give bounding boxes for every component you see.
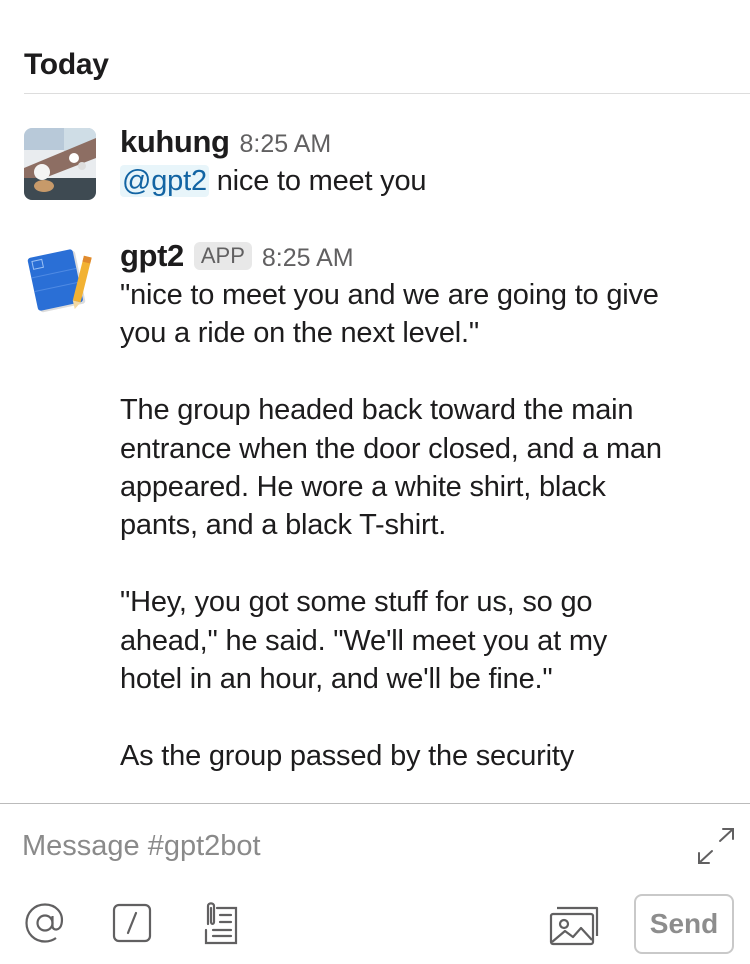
message-timestamp[interactable]: 8:25 AM	[240, 130, 332, 159]
message-paragraph: "nice to meet you and we are going to gi…	[120, 279, 659, 350]
message-timestamp[interactable]: 8:25 AM	[262, 244, 354, 273]
at-mention-icon	[25, 903, 64, 943]
day-divider: Today	[24, 46, 750, 94]
message-paragraph: As the group passed by the security	[120, 739, 575, 772]
message-text-content: nice to meet you	[208, 165, 427, 197]
message-text: "nice to meet you and we are going to gi…	[120, 276, 734, 775]
message-paragraph: "Hey, you got some stuff for us, so go a…	[120, 586, 608, 696]
day-label: Today	[24, 48, 109, 81]
user-avatar[interactable]	[24, 128, 96, 200]
photo-icon	[549, 906, 599, 946]
sender-name[interactable]: kuhung	[120, 124, 230, 160]
mention-button[interactable]	[22, 900, 68, 946]
slash-command-icon	[112, 903, 152, 943]
slash-command-button[interactable]	[110, 901, 154, 945]
app-badge: APP	[193, 242, 252, 270]
sender-name[interactable]: gpt2	[120, 238, 184, 274]
expand-icon	[698, 828, 734, 864]
mention-link[interactable]: @gpt2	[120, 165, 209, 197]
attachment-icon	[204, 902, 238, 945]
expand-composer-button[interactable]	[694, 826, 738, 866]
send-button[interactable]: Send	[634, 894, 734, 954]
attach-file-button[interactable]	[198, 899, 242, 947]
message-input[interactable]	[22, 824, 662, 868]
add-photo-button[interactable]	[548, 903, 602, 947]
composer-divider	[0, 803, 750, 804]
app-avatar[interactable]	[24, 242, 96, 314]
message-text: @gpt2 nice to meet you	[120, 162, 734, 200]
message-paragraph: The group headed back toward the main en…	[120, 394, 662, 542]
